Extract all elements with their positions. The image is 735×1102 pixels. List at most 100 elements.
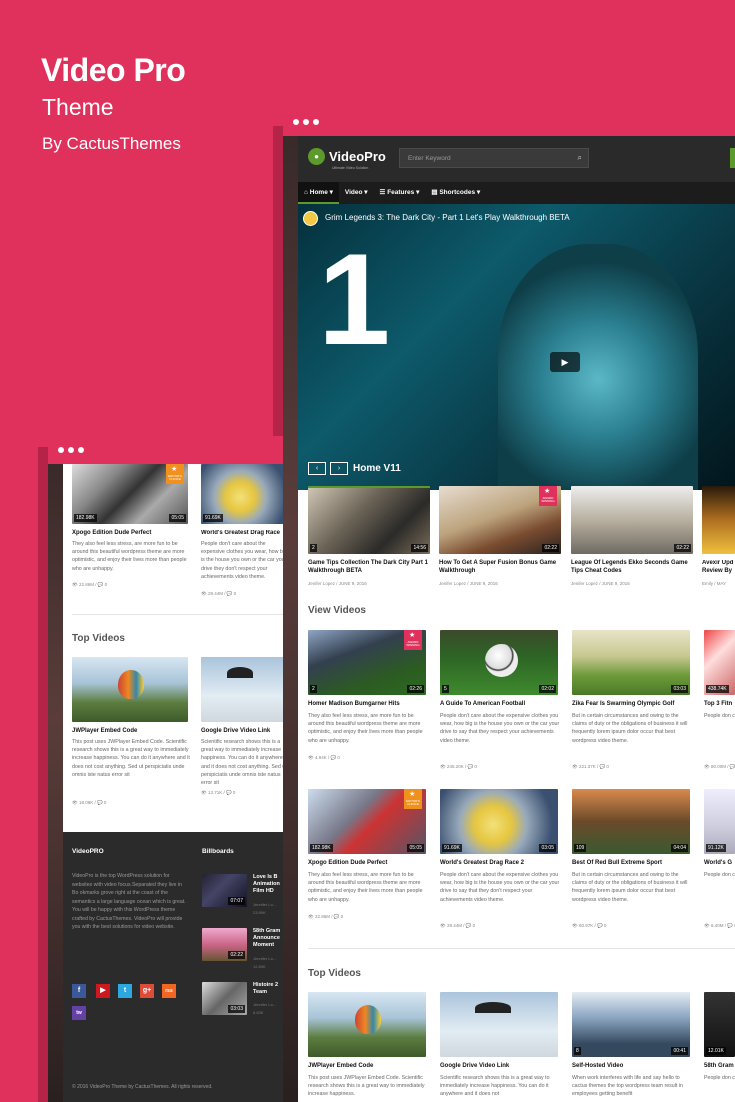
views-count: 13.71K <box>207 790 223 795</box>
video-duration: 02:26 <box>407 685 424 693</box>
video-thumbnail[interactable] <box>72 657 188 722</box>
video-excerpt: People don't care about the expensive cl… <box>440 872 560 903</box>
featured-video-player[interactable]: 1 Grim Legends 3: The Dark City - Part 1… <box>298 204 735 490</box>
video-duration: 00:41 <box>671 1047 688 1055</box>
video-title[interactable]: Google Drive Video Link <box>201 728 270 736</box>
carousel-meta: Emily / MAY <box>702 581 727 586</box>
player-video-title[interactable]: Grim Legends 3: The Dark City - Part 1 L… <box>325 213 570 222</box>
video-title[interactable]: Self-Hosted Video <box>572 1063 623 1071</box>
search-input[interactable]: Enter Keyword ⌕ <box>399 148 589 168</box>
video-duration: 02:22 <box>542 544 559 552</box>
video-title[interactable]: Top 3 Fitn <box>704 701 732 709</box>
carousel-title[interactable]: Avexir Upd Review By <box>702 560 735 576</box>
views-count: 6.40M <box>710 923 724 928</box>
window-dot <box>58 447 64 453</box>
video-excerpt: This post uses JWPlayer Embed Code. Scie… <box>72 739 190 778</box>
carousel-title[interactable]: Game Tips Collection The Dark City Part … <box>308 560 432 576</box>
search-icon[interactable]: ⌕ <box>578 153 582 163</box>
mobile-preview-window: EDITOR'S CHOICE 182.98K 05:05 91.69K Xpo… <box>48 436 288 1102</box>
likes-count: 2 <box>310 685 317 693</box>
section-heading: Top Videos <box>72 633 125 644</box>
video-title[interactable]: Xpogo Edition Dude Perfect <box>72 530 188 538</box>
site-footer: VideoPRO VideoPro is the top WordPress s… <box>63 832 288 1102</box>
footer-about-text: VideoPro is the top WordPress solution f… <box>72 873 186 931</box>
video-excerpt: This post uses JWPlayer Embed Code. Scie… <box>308 1075 425 1098</box>
twitch-icon[interactable]: tw <box>72 1006 86 1020</box>
gamepad-icon: ● <box>308 148 325 165</box>
main-nav: ⌂ Home ▾ Video ▾ ☰ Features ▾ ▤ Shortcod… <box>298 182 735 204</box>
window-titlebar <box>283 108 735 136</box>
channel-avatar[interactable] <box>303 211 318 226</box>
video-title[interactable]: 58th Gram <box>704 1063 734 1071</box>
play-icon[interactable]: ▶ <box>550 352 580 372</box>
carousel-thumbnail[interactable]: 2 14:56 <box>308 486 430 554</box>
video-title[interactable]: Homer Madison Bumgarner Hits <box>308 701 400 709</box>
video-thumbnail[interactable]: 8 00:41 <box>572 992 690 1057</box>
video-meta: 👁 60.97K / 💬 0 <box>572 923 607 928</box>
video-title[interactable]: Google Drive Video Link <box>440 1063 509 1071</box>
video-title[interactable]: World's Greatest Drag Race <box>201 530 288 538</box>
prev-arrow-icon[interactable]: ‹ <box>308 462 326 475</box>
rss-icon[interactable]: rss <box>162 984 176 998</box>
views-count: 80.00M <box>710 764 726 769</box>
header-action-button[interactable] <box>730 148 735 168</box>
billboard-thumbnail[interactable]: 02:22 <box>202 928 247 961</box>
video-thumbnail[interactable]: 03:03 <box>572 630 690 695</box>
site-logo[interactable]: ● VideoPro <box>308 148 386 165</box>
google-plus-icon[interactable]: g+ <box>140 984 154 998</box>
video-thumbnail[interactable]: 5 02:02 <box>440 630 558 695</box>
video-thumbnail[interactable]: 91.69K 03:05 <box>440 789 558 854</box>
video-thumbnail[interactable]: 109 04:04 <box>572 789 690 854</box>
video-duration: 07:07 <box>228 897 245 905</box>
video-excerpt: They also feel less stress, are more fun… <box>308 713 423 744</box>
video-excerpt: They also feel less stress, are more fun… <box>72 541 187 572</box>
nav-home[interactable]: ⌂ Home ▾ <box>298 182 339 204</box>
video-title[interactable]: Zika Fear Is Swarming Olympic Golf <box>572 701 674 709</box>
video-title[interactable]: A Guide To American Football <box>440 701 525 709</box>
video-thumbnail[interactable]: 438.74K <box>704 630 735 695</box>
views-count: 29.44M <box>207 591 223 596</box>
nav-video[interactable]: Video ▾ <box>339 182 374 204</box>
nav-shortcodes[interactable]: ▤ Shortcodes ▾ <box>425 182 486 204</box>
comments-count: 0 <box>232 790 236 795</box>
video-thumbnail[interactable] <box>201 657 288 722</box>
video-title[interactable]: JWPlayer Embed Code <box>72 728 137 736</box>
youtube-icon[interactable]: ▶ <box>96 984 110 998</box>
nav-features[interactable]: ☰ Features ▾ <box>374 182 426 204</box>
video-thumbnail[interactable]: 91.12K <box>704 789 735 854</box>
views-count: 245.20K <box>446 764 464 769</box>
twitter-icon[interactable]: t <box>118 984 132 998</box>
billboard-thumbnail[interactable]: 07:07 <box>202 874 247 907</box>
comments-count: 0 <box>474 764 477 769</box>
video-title[interactable]: World's Greatest Drag Race 2 <box>440 860 524 868</box>
carousel-thumbnail[interactable]: 02:22 <box>571 486 693 554</box>
carousel-meta: Jenifer Lopez / JUNE 9, 2016 <box>308 581 367 586</box>
video-thumbnail[interactable] <box>308 992 426 1057</box>
video-title[interactable]: Best Of Red Bull Extreme Sport <box>572 860 662 868</box>
video-meta: 👁 6.40M / 💬 0 <box>704 923 735 929</box>
divider <box>308 948 735 949</box>
window-dot <box>303 119 309 125</box>
video-thumbnail[interactable]: EDITOR'S CHOICE 182.98K 05:05 <box>72 464 188 524</box>
carousel-thumbnail[interactable]: AWARD WINNING 02:22 <box>439 486 561 554</box>
window-dot <box>78 447 84 453</box>
next-arrow-icon[interactable]: › <box>330 462 348 475</box>
comments-count: 0 <box>340 914 344 919</box>
video-thumbnail[interactable]: 12.01K <box>704 992 735 1057</box>
video-thumbnail[interactable]: EDITOR'S CHOICE 182.98K 05:05 <box>308 789 426 854</box>
video-title[interactable]: Xpogo Edition Dude Perfect <box>308 860 387 868</box>
carousel-thumbnail[interactable] <box>702 486 735 554</box>
video-thumbnail[interactable] <box>440 992 558 1057</box>
video-title[interactable]: World's G <box>704 860 732 868</box>
video-duration: 14:56 <box>411 544 428 552</box>
likes-count: 2 <box>310 544 317 552</box>
video-title[interactable]: JWPlayer Embed Code <box>308 1063 373 1071</box>
video-thumbnail[interactable]: 91.69K <box>201 464 288 524</box>
carousel-title[interactable]: How To Get A Super Fusion Bonus Game Wal… <box>439 560 563 576</box>
carousel-title[interactable]: League Of Legends Ekko Seconds Game Tips… <box>571 560 695 576</box>
billboard-thumbnail[interactable]: 03:03 <box>202 982 247 1015</box>
video-thumbnail[interactable]: AWARD WINNING 2 02:26 <box>308 630 426 695</box>
video-duration: 04:04 <box>671 844 688 852</box>
facebook-icon[interactable]: f <box>72 984 86 998</box>
video-duration: 02:02 <box>539 685 556 693</box>
